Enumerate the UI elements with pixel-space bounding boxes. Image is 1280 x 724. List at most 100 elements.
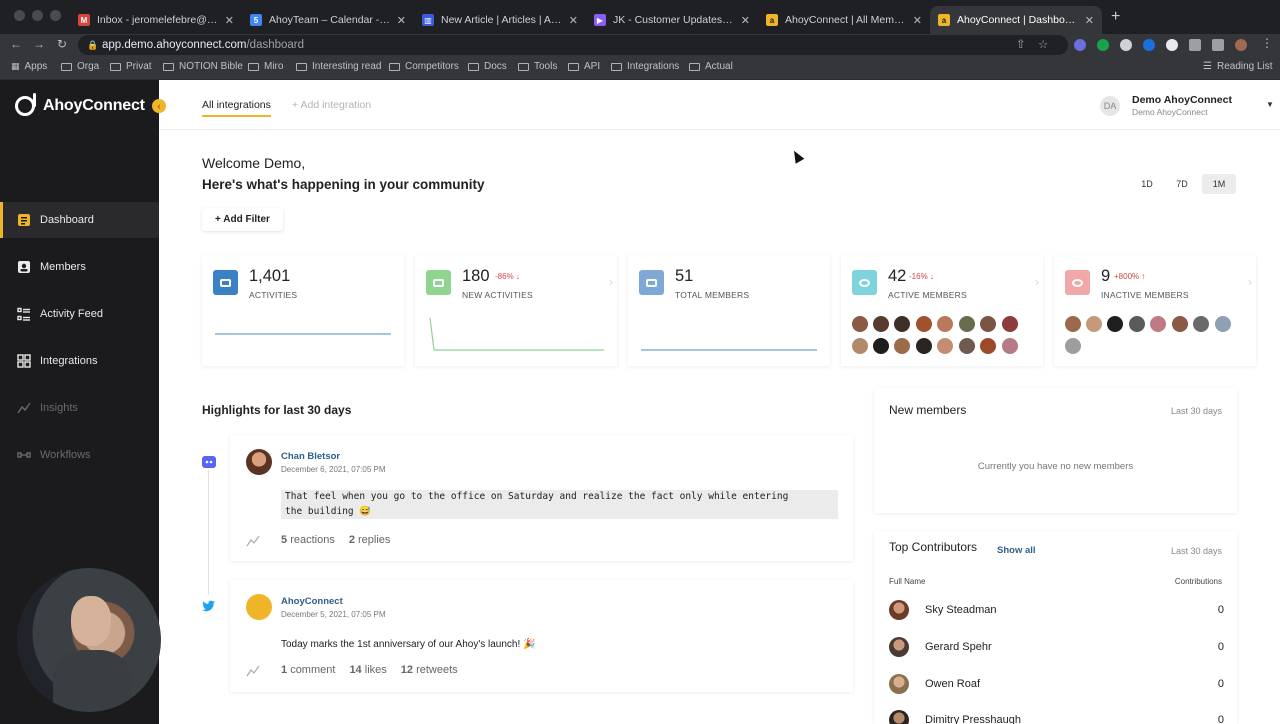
avatar[interactable] — [916, 338, 932, 354]
avatar[interactable] — [916, 316, 932, 332]
bookmark-folder[interactable]: Orga — [61, 61, 99, 72]
bookmark-folder[interactable]: Privat — [110, 61, 152, 72]
star-icon[interactable]: ☆ — [1038, 35, 1048, 55]
bookmark-folder[interactable]: NOTION Bible — [163, 61, 243, 72]
reload-icon[interactable]: ↻ — [57, 37, 67, 51]
bookmark-folder[interactable]: Integrations — [611, 61, 679, 72]
avatar[interactable] — [1002, 316, 1018, 332]
avatar[interactable] — [873, 338, 889, 354]
extension-icon[interactable] — [1074, 39, 1086, 51]
avatar[interactable] — [1172, 316, 1188, 332]
window-zoom-button[interactable] — [50, 10, 61, 21]
address-bar[interactable]: 🔒 app.demo.ahoyconnect.com/dashboard ⇧ ☆ — [78, 35, 1068, 55]
avatar[interactable] — [1107, 316, 1123, 332]
stat-card-inactive-members[interactable]: 9 +800% ↑ INACTIVE MEMBERS › — [1054, 255, 1256, 366]
table-row[interactable]: Owen Roaf 0 — [889, 674, 1224, 694]
stat-card-activities[interactable]: 1,401 ACTIVITIES — [202, 255, 404, 366]
avatar[interactable] — [937, 316, 953, 332]
avatar[interactable] — [246, 449, 272, 475]
cast-icon[interactable] — [1189, 39, 1201, 51]
menu-dots-icon[interactable]: ⋮ — [1261, 36, 1273, 50]
avatar[interactable] — [852, 338, 868, 354]
bookmark-folder[interactable]: Miro — [248, 61, 283, 72]
range-7d-button[interactable]: 7D — [1165, 174, 1199, 194]
browser-tab[interactable]: a AhoyConnect | All Members ✕ — [758, 6, 930, 34]
avatar[interactable] — [894, 338, 910, 354]
avatar[interactable] — [959, 338, 975, 354]
table-row[interactable]: Sky Steadman 0 — [889, 600, 1224, 620]
sidebar-item-dashboard[interactable]: Dashboard — [0, 202, 159, 238]
browser-tab[interactable]: ▥ New Article | Articles | Articles ✕ — [414, 6, 586, 34]
avatar[interactable] — [1065, 316, 1081, 332]
puzzle-icon[interactable] — [1212, 39, 1224, 51]
back-arrow-icon[interactable]: ← — [10, 37, 22, 51]
close-icon[interactable]: ✕ — [741, 14, 750, 27]
table-row[interactable]: Gerard Spehr 0 — [889, 637, 1224, 657]
stat-card-active-members[interactable]: 42 -16% ↓ ACTIVE MEMBERS › — [841, 255, 1043, 366]
tab-all-integrations[interactable]: All integrations — [202, 99, 271, 117]
avatar[interactable] — [980, 316, 996, 332]
bookmark-folder[interactable]: Docs — [468, 61, 507, 72]
ahoyconnect-logo[interactable]: AhoyConnect — [15, 93, 145, 116]
forward-arrow-icon[interactable]: → — [33, 37, 45, 51]
window-minimize-button[interactable] — [32, 10, 43, 21]
avatar[interactable] — [1086, 316, 1102, 332]
bookmark-folder[interactable]: Tools — [518, 61, 557, 72]
highlight-post[interactable]: Chan Bletsor December 6, 2021, 07:05 PM … — [230, 435, 853, 561]
browser-tab-active[interactable]: a AhoyConnect | Dashboard ✕ — [930, 6, 1102, 34]
profile-avatar[interactable] — [1235, 39, 1247, 51]
reading-list-button[interactable]: ☰ Reading List — [1203, 61, 1273, 72]
avatar[interactable] — [1002, 338, 1018, 354]
avatar[interactable] — [1193, 316, 1209, 332]
browser-tab[interactable]: ▶ JK - Customer Updates - Features ✕ — [586, 6, 758, 34]
extension-icon[interactable] — [1143, 39, 1155, 51]
avatar[interactable] — [852, 316, 868, 332]
close-icon[interactable]: ✕ — [569, 14, 578, 27]
close-icon[interactable]: ✕ — [913, 14, 922, 27]
avatar[interactable] — [959, 316, 975, 332]
account-menu[interactable]: DA Demo AhoyConnect Demo AhoyConnect ▼ — [1100, 94, 1274, 117]
bookmark-apps[interactable]: ▦ Apps — [11, 61, 47, 72]
sidebar-item-insights[interactable]: Insights — [0, 390, 159, 426]
avatar[interactable] — [894, 316, 910, 332]
table-row[interactable]: Dimitry Presshaugh 0 — [889, 710, 1224, 724]
bookmark-folder[interactable]: Interesting read — [296, 61, 382, 72]
sidebar-item-workflows[interactable]: Workflows — [0, 437, 159, 473]
share-icon[interactable]: ⇧ — [1016, 35, 1026, 55]
window-close-button[interactable] — [14, 10, 25, 21]
range-1d-button[interactable]: 1D — [1130, 174, 1164, 194]
sidebar-collapse-button[interactable]: ‹ — [152, 99, 166, 113]
highlight-post[interactable]: AhoyConnect December 5, 2021, 07:05 PM T… — [230, 580, 853, 692]
post-author[interactable]: AhoyConnect — [281, 596, 343, 607]
sidebar-item-integrations[interactable]: Integrations — [0, 343, 159, 379]
browser-tab[interactable]: 5 AhoyTeam – Calendar - Week of ✕ — [242, 6, 414, 34]
avatar[interactable] — [980, 338, 996, 354]
close-icon[interactable]: ✕ — [397, 14, 406, 27]
avatar[interactable] — [1129, 316, 1145, 332]
sidebar-item-members[interactable]: Members — [0, 249, 159, 285]
show-all-link[interactable]: Show all — [997, 545, 1036, 556]
new-tab-plus-icon[interactable]: + — [1111, 8, 1120, 26]
close-icon[interactable]: ✕ — [225, 14, 234, 27]
bookmark-folder[interactable]: Actual — [689, 61, 733, 72]
range-1m-button[interactable]: 1M — [1202, 174, 1236, 194]
extension-icon[interactable] — [1120, 39, 1132, 51]
ahoy-avatar[interactable] — [246, 594, 272, 620]
stat-card-total-members[interactable]: 51 TOTAL MEMBERS — [628, 255, 830, 366]
bookmark-folder[interactable]: Competitors — [389, 61, 459, 72]
avatar[interactable] — [1150, 316, 1166, 332]
stat-card-new-activities[interactable]: 180 -86% ↓ NEW ACTIVITIES › — [415, 255, 617, 366]
avatar[interactable] — [1065, 338, 1081, 354]
grammarly-icon[interactable] — [1097, 39, 1109, 51]
avatar[interactable] — [873, 316, 889, 332]
avatar[interactable] — [937, 338, 953, 354]
close-icon[interactable]: ✕ — [1085, 14, 1094, 27]
post-author[interactable]: Chan Bletsor — [281, 451, 340, 462]
avatar[interactable] — [1215, 316, 1231, 332]
browser-tab[interactable]: M Inbox - jeromelefebre@ahoyconnect.com … — [70, 6, 242, 34]
sidebar-item-activity-feed[interactable]: Activity Feed — [0, 296, 159, 332]
bookmark-folder[interactable]: API — [568, 61, 600, 72]
add-filter-button[interactable]: + Add Filter — [202, 208, 283, 231]
tab-add-integration[interactable]: + Add integration — [292, 99, 371, 111]
extension-icon[interactable] — [1166, 39, 1178, 51]
